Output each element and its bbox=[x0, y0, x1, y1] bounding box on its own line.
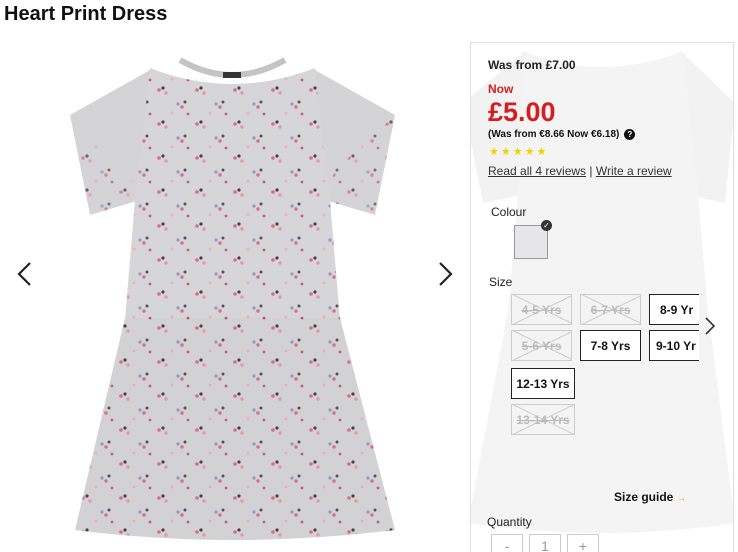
colour-label: Colour bbox=[491, 205, 527, 219]
reviews-separator: | bbox=[589, 164, 593, 178]
check-icon: ✓ bbox=[541, 220, 552, 231]
product-gallery bbox=[0, 40, 465, 551]
size-guide-link[interactable]: Size guide → bbox=[614, 490, 686, 504]
quantity-decrease-button[interactable]: - bbox=[491, 534, 523, 552]
size-option-6-7[interactable]: 6-7 Yrs bbox=[580, 294, 641, 325]
arrow-right-icon: → bbox=[676, 493, 687, 504]
star-icon: ★ bbox=[500, 146, 511, 158]
international-price-text: (Was from €8.66 Now €6.18) bbox=[488, 129, 620, 140]
write-review-link[interactable]: Write a review bbox=[596, 164, 672, 178]
product-image bbox=[70, 57, 395, 540]
size-option-4-5[interactable]: 4-5 Yrs bbox=[511, 294, 572, 325]
reviews-links: Read all 4 reviews | Write a review bbox=[488, 164, 672, 178]
star-icon: ★ bbox=[536, 146, 547, 158]
was-price: Was from £7.00 bbox=[488, 58, 576, 72]
page-title: Heart Print Dress bbox=[4, 3, 168, 25]
size-option-9-10[interactable]: 9-10 Yr bbox=[649, 330, 699, 361]
quantity-label: Quantity bbox=[487, 515, 532, 529]
size-option-13-14[interactable]: 13-14 Yrs bbox=[511, 404, 575, 435]
size-label: Size bbox=[489, 275, 513, 289]
chevron-left-icon bbox=[17, 262, 31, 286]
quantity-increase-button[interactable]: + bbox=[567, 534, 599, 552]
size-option-12-13[interactable]: 12-13 Yrs bbox=[511, 368, 575, 399]
prev-image-button[interactable] bbox=[12, 260, 40, 288]
size-option-7-8[interactable]: 7-8 Yrs bbox=[580, 330, 641, 361]
size-option-8-9[interactable]: 8-9 Yr bbox=[649, 294, 699, 325]
now-label: Now bbox=[488, 82, 514, 96]
chevron-right-icon bbox=[439, 262, 453, 286]
product-details-panel: Was from £7.00 Now £5.00 (Was from €8.66… bbox=[470, 42, 734, 552]
help-icon[interactable]: ? bbox=[624, 129, 636, 140]
chevron-right-icon[interactable] bbox=[703, 314, 717, 338]
size-option-5-6[interactable]: 5-6 Yrs bbox=[511, 330, 572, 361]
international-price: (Was from €8.66 Now €6.18) ? bbox=[488, 129, 636, 140]
next-image-button[interactable] bbox=[430, 260, 458, 288]
star-icon: ★ bbox=[524, 146, 535, 158]
read-reviews-link[interactable]: Read all 4 reviews bbox=[488, 164, 586, 178]
star-icon: ★ bbox=[489, 146, 499, 158]
star-icon: ★ bbox=[512, 146, 523, 158]
size-guide-label: Size guide bbox=[614, 490, 674, 504]
rating-stars: ★ ★ ★ ★ ★ bbox=[489, 147, 546, 158]
current-price: £5.00 bbox=[488, 97, 556, 127]
quantity-input[interactable]: 1 bbox=[529, 534, 561, 552]
